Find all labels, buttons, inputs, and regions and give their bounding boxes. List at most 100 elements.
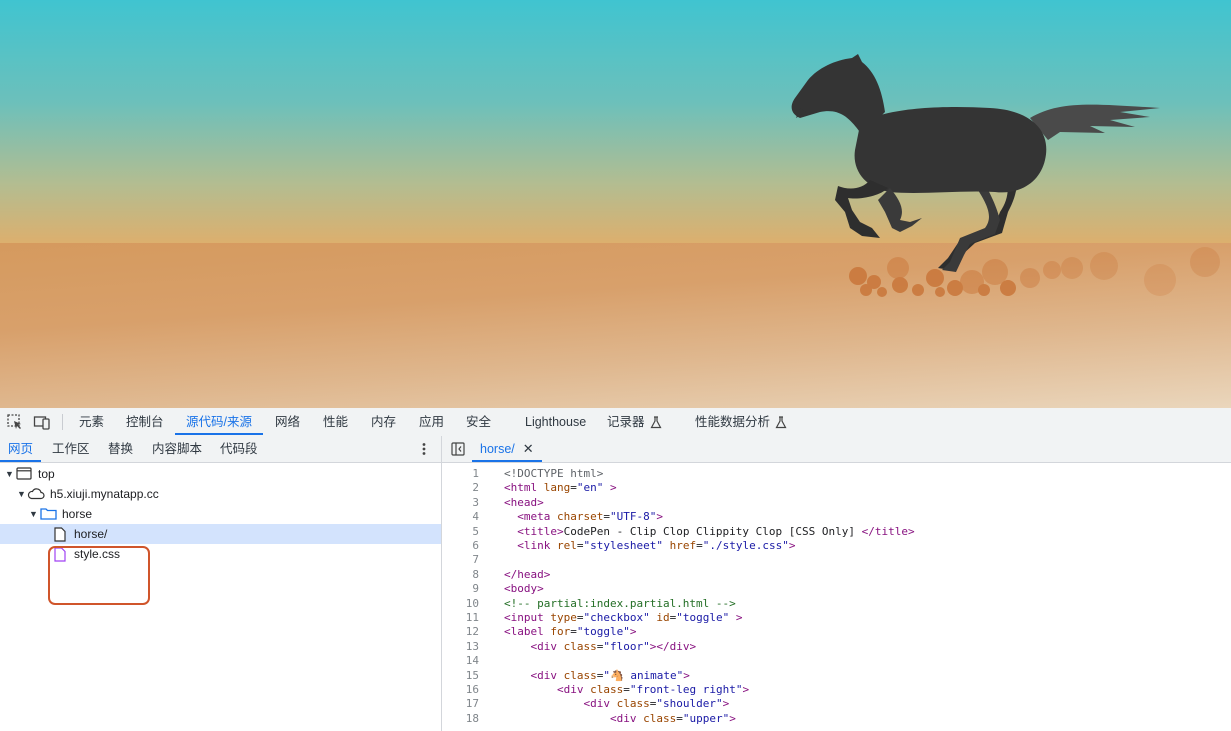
line-number: 1 xyxy=(472,467,479,480)
line-number: 15 xyxy=(465,668,479,682)
tree-item-label: horse/ xyxy=(74,527,108,541)
code-line: 6 <link rel="stylesheet" href="./style.c… xyxy=(442,539,1231,553)
code-text: <meta charset="UTF-8"> xyxy=(517,510,663,524)
tab-application[interactable]: 应用 xyxy=(419,408,444,436)
line-number: 6 xyxy=(472,539,479,552)
subtab-workspace[interactable]: 工作区 xyxy=(52,436,90,462)
line-number: 14 xyxy=(465,654,479,668)
code-line: 7 xyxy=(442,553,1231,567)
code-text: <div class="floor"></div> xyxy=(530,639,697,653)
tree-item-domain[interactable]: ▼ h5.xiuji.mynatapp.cc xyxy=(0,484,441,504)
code-line: 1 <!DOCTYPE html> xyxy=(442,467,1231,481)
document-icon xyxy=(54,527,66,542)
code-text: <html lang="en" > xyxy=(504,481,617,495)
code-text: <label for="toggle"> xyxy=(504,625,637,639)
line-number: 3 xyxy=(472,495,479,509)
tree-item-top[interactable]: ▼ top xyxy=(0,464,441,484)
code-text: <div class="shoulder"> xyxy=(583,697,730,711)
tab-lighthouse[interactable]: Lighthouse xyxy=(525,408,586,436)
inspect-element-icon[interactable] xyxy=(6,413,24,431)
line-number: 9 xyxy=(472,582,479,596)
line-number: 4 xyxy=(472,510,479,524)
code-line: 14 xyxy=(442,654,1231,668)
code-line: 12 <label for="toggle"> xyxy=(442,625,1231,639)
experimental-flask-icon xyxy=(650,416,662,429)
tab-performance-insights-label: 性能数据分析 xyxy=(695,415,771,429)
tree-item-label: h5.xiuji.mynatapp.cc xyxy=(50,487,159,501)
code-line: 5 <title>CodePen - Clip Clop Clippity Cl… xyxy=(442,525,1231,539)
expand-arrow-icon[interactable]: ▼ xyxy=(5,464,14,484)
tab-recorder-label: 记录器 xyxy=(607,415,645,429)
more-options-icon[interactable] xyxy=(417,442,431,456)
line-number: 16 xyxy=(465,683,479,696)
editor-tab-horse[interactable]: horse/ ✕ xyxy=(472,436,542,462)
device-toolbar-icon[interactable] xyxy=(33,413,51,431)
tab-console[interactable]: 控制台 xyxy=(126,408,164,436)
line-number: 17 xyxy=(465,697,479,711)
code-line: 17 <div class="shoulder"> xyxy=(442,697,1231,711)
code-text: <head> xyxy=(504,495,544,509)
tree-item-label: horse xyxy=(62,507,93,521)
navigator-tabs: 网页 工作区 替换 内容脚本 代码段 xyxy=(0,436,441,463)
code-text: <link rel="stylesheet" href="./style.css… xyxy=(517,539,796,552)
horse-illustration xyxy=(791,54,1220,297)
tab-sources[interactable]: 源代码/来源 xyxy=(186,408,252,436)
expand-arrow-icon[interactable]: ▼ xyxy=(17,484,26,504)
code-line: 9 <body> xyxy=(442,582,1231,596)
code-text: <div class="🐴 animate"> xyxy=(530,668,690,682)
line-number: 13 xyxy=(465,639,479,653)
line-number: 5 xyxy=(472,524,479,538)
code-text: </head> xyxy=(504,567,551,581)
code-line: 13 <div class="floor"></div> xyxy=(442,640,1231,654)
code-editor: horse/ ✕ 1 <!DOCTYPE html> 2 <html lang="en… xyxy=(442,436,1231,731)
devtools-panel: 元素 控制台 源代码/来源 网络 性能 内存 应用 安全 Lighthouse … xyxy=(0,408,1231,731)
tab-performance-insights[interactable]: 性能数据分析 xyxy=(695,408,787,436)
tab-performance[interactable]: 性能 xyxy=(323,408,348,436)
subtab-snippets[interactable]: 代码段 xyxy=(220,436,258,462)
line-number: 8 xyxy=(472,567,479,581)
line-number: 7 xyxy=(472,553,479,567)
line-number: 12 xyxy=(465,625,479,639)
code-line: 3 <head> xyxy=(442,496,1231,510)
code-text: <input type="checkbox" id="toggle" > xyxy=(504,611,743,624)
code-line: 8 </head> xyxy=(442,568,1231,582)
tab-memory[interactable]: 内存 xyxy=(371,408,396,436)
code-text: <!-- partial:index.partial.html --> xyxy=(504,596,736,610)
line-number: 2 xyxy=(472,481,479,495)
tab-elements[interactable]: 元素 xyxy=(79,408,104,436)
folder-icon xyxy=(40,508,57,520)
toolbar-divider xyxy=(62,414,63,430)
code-text: <title>CodePen - Clip Clop Clippity Clop… xyxy=(517,524,915,538)
line-number: 18 xyxy=(465,711,479,725)
line-number: 11 xyxy=(465,611,479,624)
devtools-toolbar: 元素 控制台 源代码/来源 网络 性能 内存 应用 安全 Lighthouse … xyxy=(0,408,1231,437)
annotation-highlight-box xyxy=(48,546,150,605)
code-line: 18 <div class="upper"> xyxy=(442,712,1231,726)
close-icon[interactable]: ✕ xyxy=(523,441,534,456)
code-text: <div class="upper"> xyxy=(609,711,736,725)
page-viewport[interactable] xyxy=(0,0,1231,408)
code-text: <!DOCTYPE html> xyxy=(504,467,604,480)
dust-clouds xyxy=(849,247,1220,297)
subtab-overrides[interactable]: 替换 xyxy=(108,436,133,462)
subtab-page[interactable]: 网页 xyxy=(8,436,33,462)
tab-security[interactable]: 安全 xyxy=(466,408,491,436)
expand-arrow-icon[interactable]: ▼ xyxy=(29,504,38,524)
tree-item-horse-document[interactable]: horse/ xyxy=(0,524,441,544)
tab-network[interactable]: 网络 xyxy=(275,408,300,436)
active-subtab-underline xyxy=(0,460,41,462)
tree-item-label: top xyxy=(38,467,55,481)
code-line: 11 <input type="checkbox" id="toggle" > xyxy=(442,611,1231,625)
code-line: 16 <div class="front-leg right"> xyxy=(442,683,1231,697)
line-number: 10 xyxy=(465,596,479,610)
toggle-navigator-icon[interactable] xyxy=(451,442,465,456)
code-text: <div class="front-leg right"> xyxy=(556,683,750,696)
tree-item-folder-horse[interactable]: ▼ horse xyxy=(0,504,441,524)
code-line: 15 <div class="🐴 animate"> xyxy=(442,669,1231,683)
editor-tabs: horse/ ✕ xyxy=(442,436,1231,463)
subtab-content-scripts[interactable]: 内容脚本 xyxy=(152,436,202,462)
cloud-icon xyxy=(27,488,45,500)
sources-navigator: 网页 工作区 替换 内容脚本 代码段 ▼ top ▼ h5.xiuji.myna… xyxy=(0,436,442,731)
tab-recorder[interactable]: 记录器 xyxy=(607,408,662,436)
active-tab-underline xyxy=(175,433,263,435)
